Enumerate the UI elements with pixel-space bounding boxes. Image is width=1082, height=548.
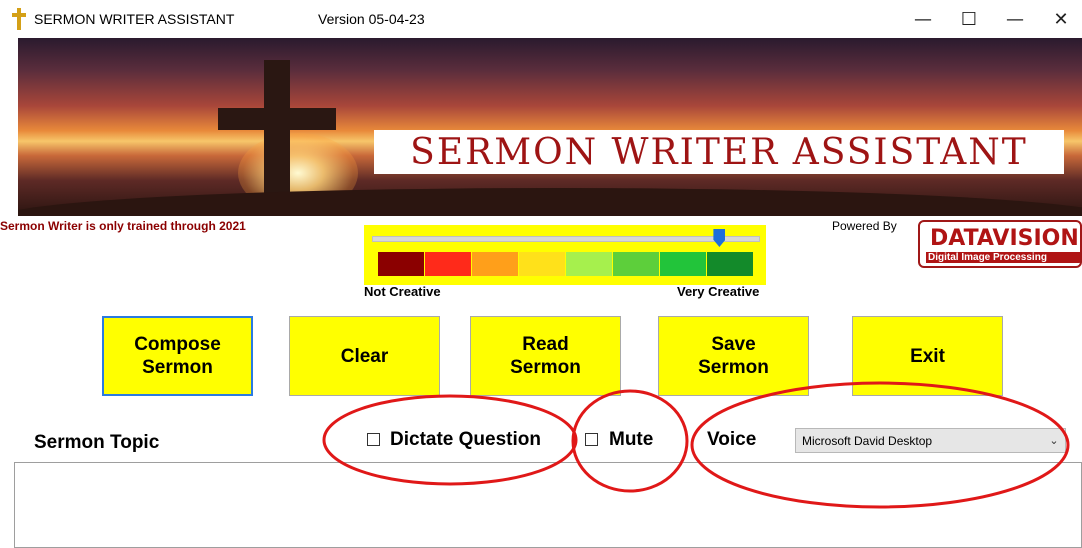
annotation-circle-voice [690, 381, 1070, 509]
annotation-overlay [322, 381, 1070, 509]
annotation-circle-mute [571, 389, 689, 493]
annotation-circle-dictate [322, 394, 578, 486]
